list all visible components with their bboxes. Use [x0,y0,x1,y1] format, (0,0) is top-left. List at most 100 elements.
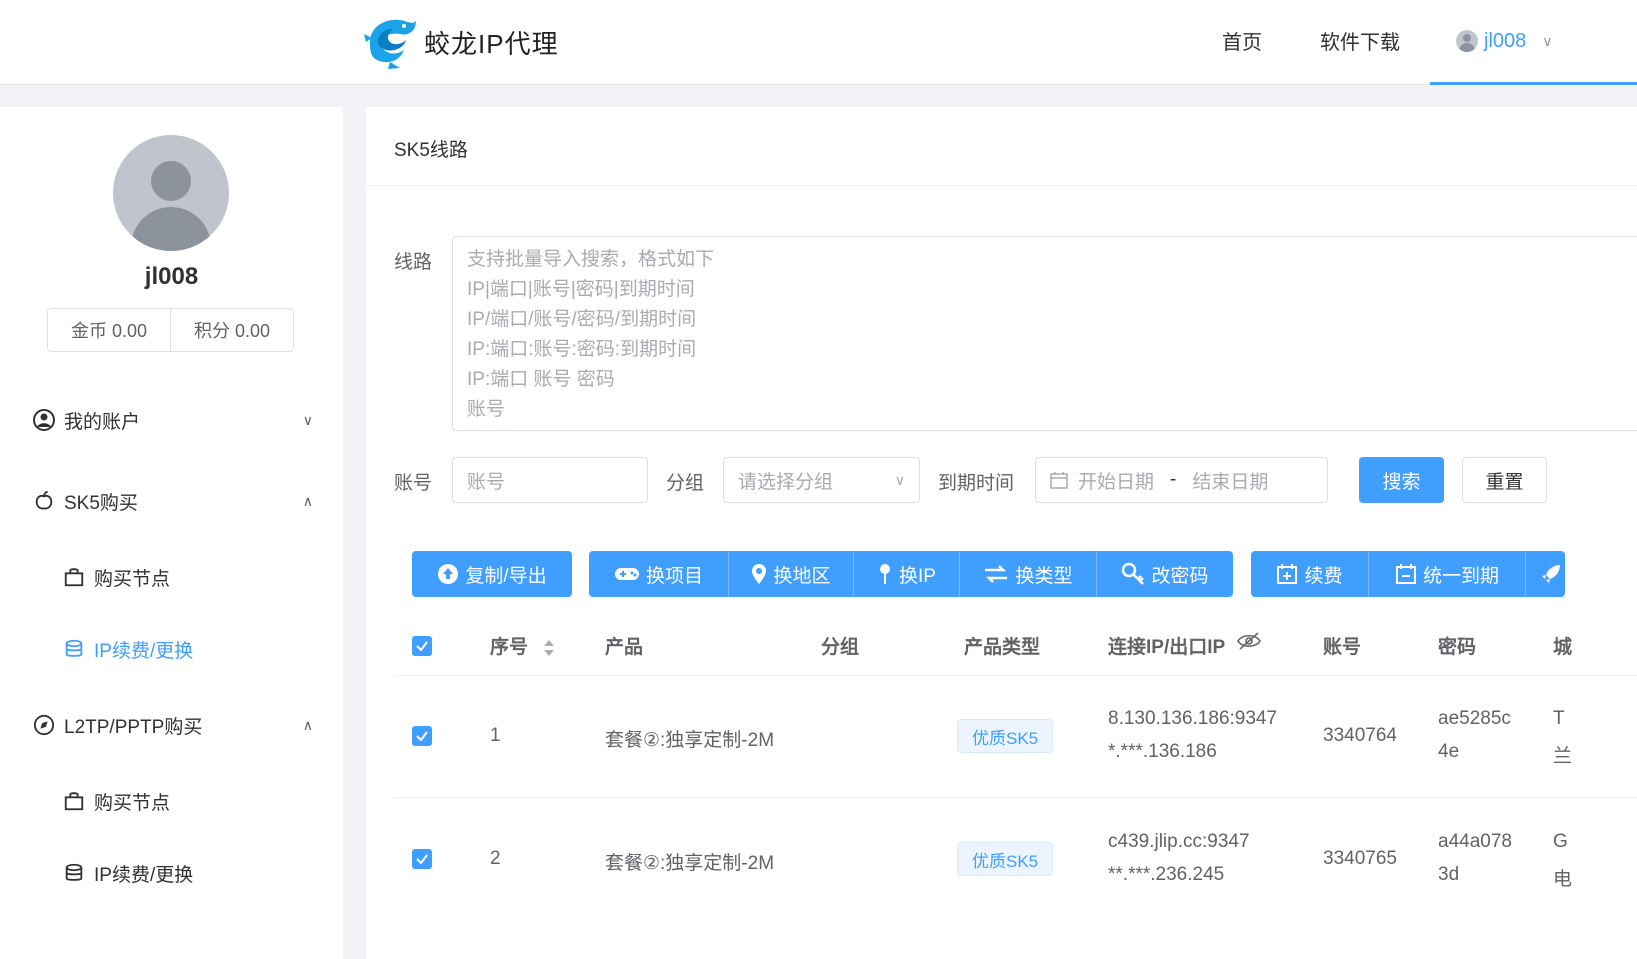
chevron-down-icon: ∨ [1542,32,1553,49]
group-label: 分组 [666,473,705,494]
col-product: 产品 [605,637,644,658]
nav-software-download[interactable]: 软件下载 [1320,26,1400,55]
calendar-minus-icon [1395,563,1417,585]
user-avatar-icon [1456,30,1478,52]
gamepad-icon [614,565,640,583]
col-group: 分组 [821,637,860,658]
col-account: 账号 [1323,637,1362,658]
cell-exit-ip: **.***.236.245 [1108,864,1225,885]
menu-label: IP续费/更换 [94,864,194,886]
cell-password: a44a078 [1438,831,1512,852]
change-project-button[interactable]: 换项目 [589,551,728,597]
menu-l2tp-purchase[interactable]: L2TP/PPTP购买 ∧ [0,705,343,745]
col-index-label: 序号 [490,637,529,658]
points-balance: 积分 0.00 [170,309,293,351]
upload-circle-icon [437,563,459,585]
button-label: 改密码 [1151,565,1209,587]
compass-icon [32,713,56,737]
col-index[interactable]: 序号 [490,632,555,659]
reset-button[interactable]: 重置 [1462,457,1547,503]
nav-home[interactable]: 首页 [1222,26,1262,55]
sort-icon[interactable] [543,638,555,658]
cell-password-cont: 4e [1438,741,1460,762]
group-placeholder: 请选择分组 [738,471,834,493]
menu-sk5-purchase[interactable]: SK5购买 ∧ [0,481,343,521]
button-label: 换类型 [1015,565,1073,587]
user-menu[interactable]: jl008 ∨ [1430,0,1637,85]
renew-button[interactable]: 续费 [1251,551,1368,597]
button-label: 换IP [899,565,936,587]
page-title: SK5线路 [394,140,468,161]
cell-account: 3340764 [1323,725,1397,746]
export-group: 复制/导出 [412,551,572,597]
brand-logo[interactable]: 蛟龙IP代理 [360,12,559,72]
change-type-button[interactable]: 换类型 [959,551,1096,597]
cell-city: G [1553,831,1568,852]
placeholder-line: IP/端口/账号/密码/到期时间 [467,309,697,330]
sidebar: jl008 金币 0.00 积分 0.00 我的账户 ∨ SK5购买 ∧ 购买节… [0,107,343,959]
menu-ip-renew-sk5[interactable]: IP续费/更换 [0,629,343,669]
account-input[interactable]: 账号 [452,457,648,503]
coin-stack-icon [62,637,86,661]
date-range-picker[interactable]: 开始日期 - 结束日期 [1035,457,1328,503]
cell-password: ae5285c [1438,708,1511,729]
top-navbar: 蛟龙IP代理 首页 软件下载 jl008 ∨ [0,0,1637,85]
cell-password-cont: 3d [1438,864,1460,885]
placeholder-line: IP|端口|账号|密码|到期时间 [467,279,695,300]
row-divider [394,797,1637,798]
swap-arrows-icon [983,564,1009,584]
date-separator: - [1170,469,1177,490]
line-search-textarea[interactable]: 支持批量导入搜索，格式如下 IP|端口|账号|密码|到期时间 IP/端口/账号/… [452,236,1637,431]
change-password-button[interactable]: 改密码 [1096,551,1233,597]
menu-label: 购买节点 [94,792,171,814]
unify-expire-button[interactable]: 统一到期 [1368,551,1525,597]
rocket-icon [1540,563,1562,585]
col-city: 城 [1553,637,1573,658]
menu-label: SK5购买 [64,492,138,514]
change-group: 换项目 换地区 换IP 换类型 改密码 [589,551,1233,597]
cell-index: 2 [490,848,501,869]
pushpin-icon [877,563,893,585]
menu-my-account[interactable]: 我的账户 ∨ [0,400,343,440]
profile-username: jl008 [144,263,199,290]
group-select[interactable]: 请选择分组 ∨ [723,457,920,503]
placeholder-line: IP:端口:账号:密码:到期时间 [467,339,697,360]
account-label: 账号 [394,473,433,494]
cell-city-cont: 电 [1553,869,1573,890]
placeholder-line: 支持批量导入搜索，格式如下 [467,249,715,270]
search-button[interactable]: 搜索 [1359,457,1444,503]
cell-city: T [1553,708,1565,729]
menu-label: 购买节点 [94,568,171,590]
divider [366,185,1637,186]
button-label: 复制/导出 [465,565,547,587]
user-menu-name: jl008 [1484,29,1527,52]
cell-index: 1 [490,725,501,746]
cell-connect-ip[interactable]: c439.jlip.cc:9347 [1108,831,1250,853]
change-ip-button[interactable]: 换IP [853,551,959,597]
row-checkbox[interactable] [412,726,432,746]
cell-connect-ip[interactable]: 8.130.136.186:9347 [1108,708,1277,730]
eye-off-icon[interactable] [1236,632,1262,650]
end-date-placeholder: 结束日期 [1192,471,1269,493]
cell-city-cont: 兰 [1553,746,1573,767]
profile-avatar [113,135,229,251]
button-label: 换地区 [773,565,831,587]
product-type-tag: 优质SK5 [957,719,1054,753]
menu-buy-node-sk5[interactable]: 购买节点 [0,557,343,597]
main-card: SK5线路 线路 支持批量导入搜索，格式如下 IP|端口|账号|密码|到期时间 … [366,107,1637,959]
menu-ip-renew-l2tp[interactable]: IP续费/更换 [0,853,343,893]
row-checkbox[interactable] [412,849,432,869]
bag-icon [62,789,86,813]
bag-icon [62,565,86,589]
copy-export-button[interactable]: 复制/导出 [412,551,572,597]
more-action-button[interactable] [1525,551,1565,597]
placeholder-line: 账号 [467,399,506,420]
menu-label: L2TP/PPTP购买 [64,716,203,738]
row-divider [394,675,1637,676]
select-all-checkbox[interactable] [412,636,432,656]
change-region-button[interactable]: 换地区 [728,551,853,597]
col-product-type: 产品类型 [964,637,1041,658]
cell-exit-ip: *.***.136.186 [1108,741,1217,762]
menu-buy-node-l2tp[interactable]: 购买节点 [0,781,343,821]
key-icon [1121,562,1145,586]
